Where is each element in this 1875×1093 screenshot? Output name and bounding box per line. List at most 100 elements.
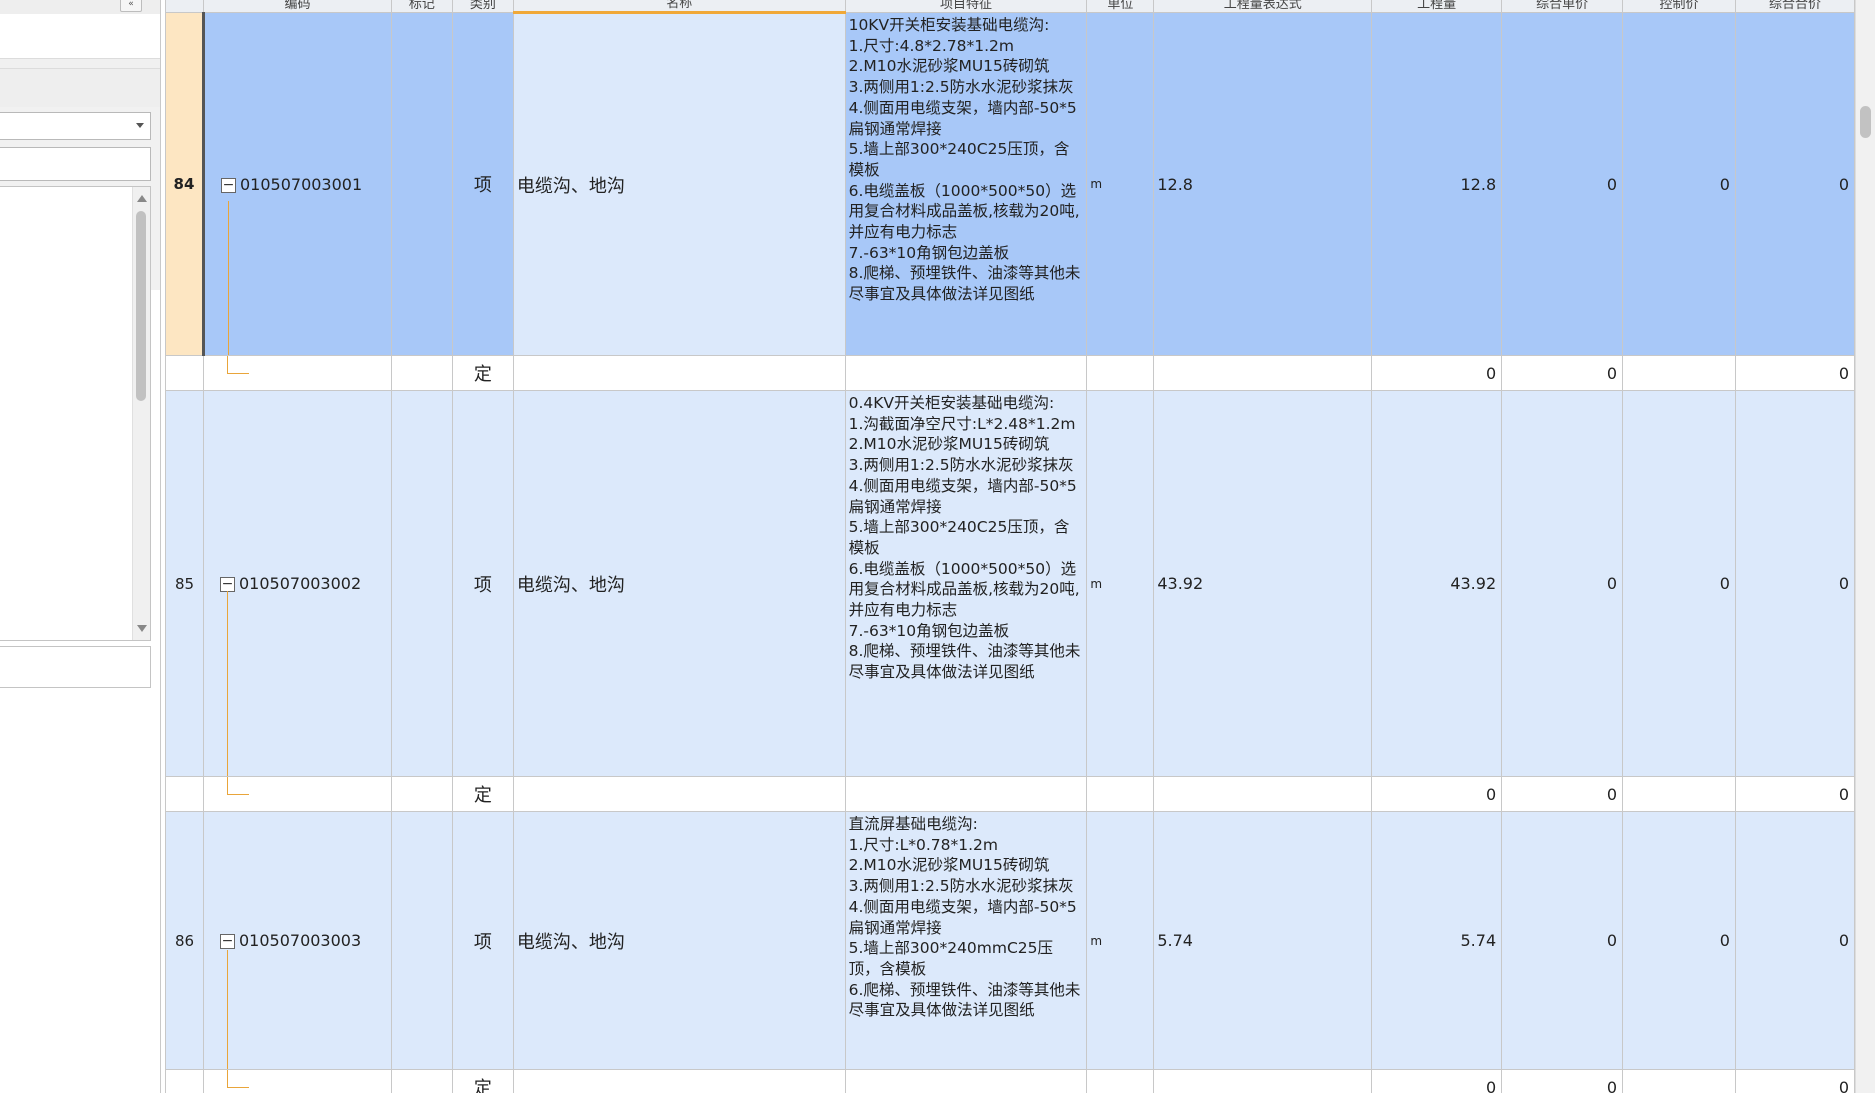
row-number[interactable]: 86 — [165, 811, 204, 1070]
collapse-icon[interactable]: − — [220, 177, 236, 193]
left-list-scrollbar[interactable] — [132, 187, 150, 640]
header-qty[interactable]: 工程量 — [1371, 0, 1503, 13]
name-cell[interactable]: 电缆沟、地沟 — [512, 811, 846, 1070]
header-row-number[interactable] — [165, 0, 204, 13]
header-desc[interactable]: 项目特征 — [844, 0, 1088, 13]
desc-cell[interactable]: 0.4KV开关柜安装基础电缆沟: 1.沟截面净空尺寸:L*2.48*1.2m 2… — [844, 390, 1088, 777]
name-cell[interactable]: 电缆沟、地沟 — [512, 390, 846, 777]
main-vertical-scrollbar[interactable] — [1855, 0, 1875, 1093]
table-row[interactable]: 86 −010507003003 项 电缆沟、地沟 直流屏基础电缆沟: 1.尺寸… — [165, 811, 1855, 1070]
name-cell[interactable] — [512, 1069, 846, 1093]
expr-cell[interactable]: 5.74 — [1153, 811, 1373, 1070]
control-price-cell[interactable] — [1622, 776, 1736, 812]
flag-cell[interactable] — [390, 390, 453, 777]
unit-price-cell[interactable]: 0 — [1501, 1069, 1624, 1093]
code-cell[interactable]: −010507003003 — [202, 811, 392, 1070]
category-cell[interactable]: 项 — [451, 811, 514, 1070]
flag-cell[interactable] — [390, 1069, 453, 1093]
control-price-cell[interactable] — [1622, 355, 1736, 391]
total-cell[interactable]: 0 — [1734, 390, 1855, 777]
unit-cell[interactable]: m — [1086, 811, 1155, 1070]
control-price-cell[interactable]: 0 — [1622, 390, 1736, 777]
header-total[interactable]: 综合合价 — [1734, 0, 1855, 13]
scroll-thumb[interactable] — [1860, 106, 1871, 138]
desc-cell[interactable] — [844, 1069, 1088, 1093]
control-price-cell[interactable]: 0 — [1622, 811, 1736, 1070]
control-price-cell[interactable] — [1622, 1069, 1736, 1093]
desc-cell[interactable]: 直流屏基础电缆沟: 1.尺寸:L*0.78*1.2m 2.M10水泥砂浆MU15… — [844, 811, 1088, 1070]
header-code[interactable]: 编码 — [202, 0, 392, 13]
total-cell[interactable]: 0 — [1734, 1069, 1855, 1093]
header-name[interactable]: 名称 — [512, 0, 846, 14]
total-cell[interactable]: 0 — [1734, 12, 1855, 356]
table-row[interactable]: 定 0 0 0 — [165, 1069, 1855, 1093]
code-cell[interactable] — [202, 776, 392, 812]
unit-price-cell[interactable]: 0 — [1501, 776, 1624, 812]
header-control-price[interactable]: 控制价 — [1622, 0, 1736, 13]
table-row[interactable]: 定 0 0 0 — [165, 776, 1855, 812]
desc-cell[interactable]: 10KV开关柜安装基础电缆沟: 1.尺寸:4.8*2.78*1.2m 2.M10… — [844, 12, 1088, 356]
name-cell[interactable] — [512, 355, 846, 391]
table-row[interactable]: 85 −010507003002 项 电缆沟、地沟 0.4KV开关柜安装基础电缆… — [165, 390, 1855, 777]
unit-price-cell[interactable]: 0 — [1501, 12, 1624, 356]
left-panel-detail-box[interactable] — [0, 646, 151, 688]
category-cell[interactable]: 项 — [451, 390, 514, 777]
expr-cell[interactable]: 12.8 — [1153, 12, 1373, 356]
category-cell[interactable]: 定 — [451, 355, 514, 391]
search-input[interactable] — [0, 147, 151, 181]
scroll-down-icon[interactable] — [137, 625, 147, 632]
header-unit-price[interactable]: 综合单价 — [1501, 0, 1624, 13]
flag-cell[interactable] — [390, 355, 453, 391]
qty-cell[interactable]: 0 — [1371, 1069, 1503, 1093]
row-number[interactable] — [165, 355, 204, 391]
collapse-icon[interactable]: − — [219, 934, 235, 949]
table-row[interactable]: 84 −010507003001 项 电缆沟、地沟 10KV开关柜安装基础电缆沟… — [165, 12, 1855, 356]
qty-cell[interactable]: 43.92 — [1371, 390, 1503, 777]
flag-cell[interactable] — [390, 12, 453, 356]
unit-cell[interactable]: m — [1086, 12, 1155, 356]
qty-cell[interactable]: 12.8 — [1371, 12, 1503, 356]
flag-cell[interactable] — [390, 811, 453, 1070]
flag-cell[interactable] — [390, 776, 453, 812]
total-cell[interactable]: 0 — [1734, 811, 1855, 1070]
expr-cell[interactable]: 43.92 — [1153, 390, 1373, 777]
category-cell[interactable]: 定 — [451, 776, 514, 812]
header-expr[interactable]: 工程量表达式 — [1153, 0, 1373, 13]
unit-cell[interactable] — [1086, 355, 1155, 391]
chevron-down-icon[interactable] — [136, 123, 144, 128]
code-cell[interactable]: −010507003001 — [201, 12, 392, 356]
code-cell[interactable] — [202, 355, 392, 391]
scroll-up-icon[interactable] — [137, 195, 147, 202]
table-row[interactable]: 定 0 0 0 — [165, 355, 1855, 391]
collapse-icon[interactable]: − — [219, 577, 235, 592]
collapse-panel-icon[interactable]: « — [120, 0, 142, 12]
qty-cell[interactable]: 0 — [1371, 776, 1503, 812]
category-cell[interactable]: 定 — [451, 1069, 514, 1093]
expr-cell[interactable] — [1153, 776, 1373, 812]
category-cell[interactable]: 项 — [451, 12, 514, 356]
control-price-cell[interactable]: 0 — [1622, 12, 1736, 356]
header-unit[interactable]: 单位 — [1086, 0, 1155, 13]
unit-cell[interactable] — [1086, 776, 1155, 812]
row-number[interactable] — [165, 1069, 204, 1093]
left-tree-list[interactable] — [0, 186, 151, 641]
unit-cell[interactable]: m — [1086, 390, 1155, 777]
name-cell[interactable] — [512, 776, 846, 812]
header-category[interactable]: 类别 — [451, 0, 514, 13]
row-number[interactable]: 85 — [165, 390, 204, 777]
unit-price-cell[interactable]: 0 — [1501, 811, 1624, 1070]
unit-price-cell[interactable]: 0 — [1501, 355, 1624, 391]
filter-dropdown[interactable] — [0, 112, 151, 140]
row-number[interactable]: 84 — [165, 12, 204, 356]
total-cell[interactable]: 0 — [1734, 776, 1855, 812]
expr-cell[interactable] — [1153, 355, 1373, 391]
code-cell[interactable]: −010507003002 — [202, 390, 392, 777]
scroll-thumb[interactable] — [136, 211, 146, 401]
total-cell[interactable]: 0 — [1734, 355, 1855, 391]
expr-cell[interactable] — [1153, 1069, 1373, 1093]
name-cell[interactable]: 电缆沟、地沟 — [512, 12, 846, 356]
code-cell[interactable] — [202, 1069, 392, 1093]
unit-price-cell[interactable]: 0 — [1501, 390, 1624, 777]
desc-cell[interactable] — [844, 355, 1088, 391]
desc-cell[interactable] — [844, 776, 1088, 812]
